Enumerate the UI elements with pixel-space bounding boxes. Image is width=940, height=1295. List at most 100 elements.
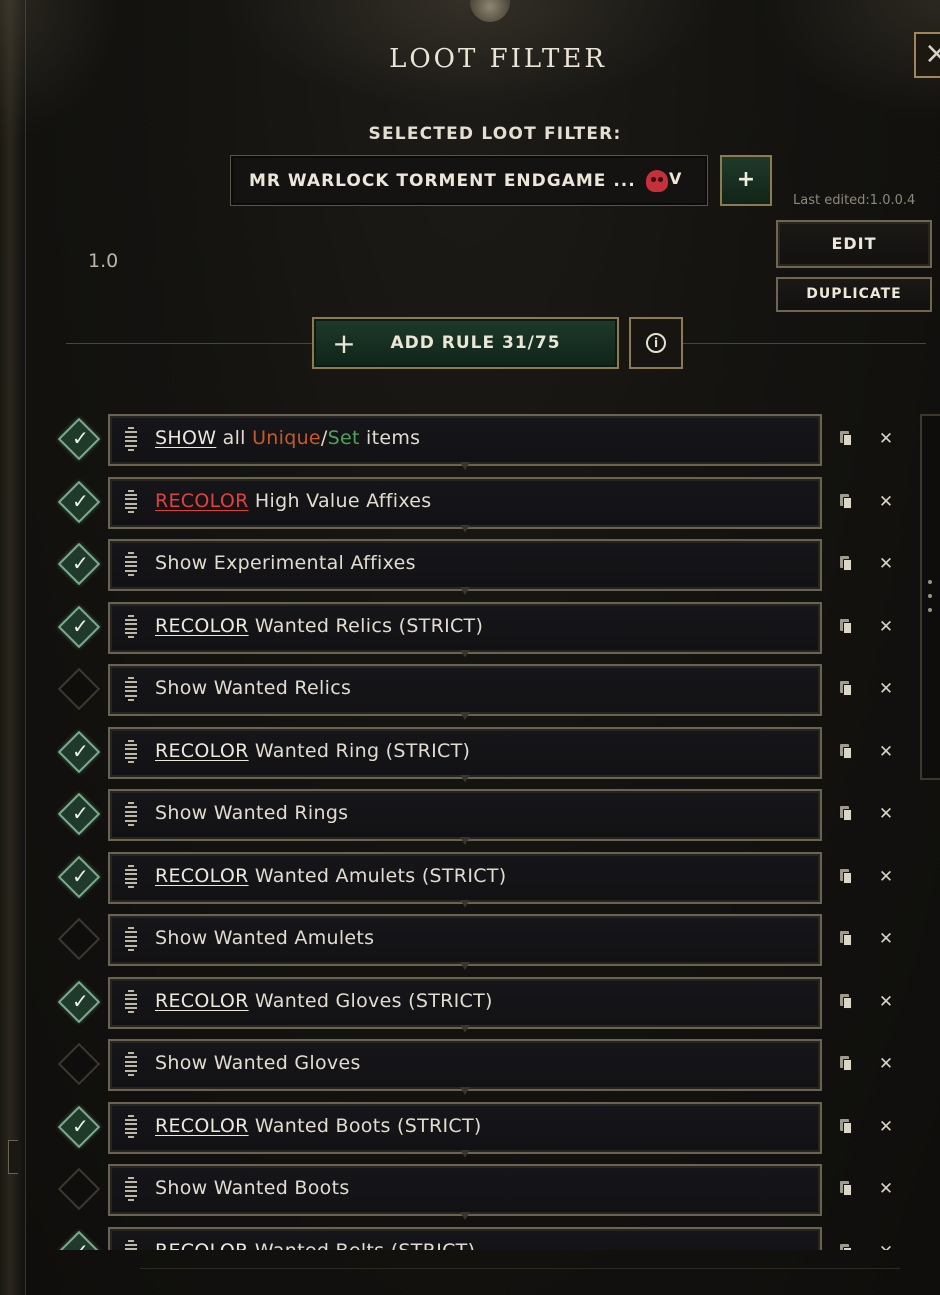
delete-rule-button[interactable]: ✕: [872, 1049, 900, 1079]
rule-text-part: all: [216, 427, 253, 449]
rule-label: RECOLOR Wanted Ring (STRICT): [155, 740, 470, 762]
rule-row: ✓ RECOLOR Wanted Gloves (STRICT) ✕: [0, 976, 920, 1031]
rule-label: Show Wanted Gloves: [155, 1052, 361, 1074]
drag-handle-icon[interactable]: [124, 1239, 138, 1250]
drag-handle-icon[interactable]: [124, 489, 138, 514]
rule-row: ✓ RECOLOR Wanted Relics (STRICT) ✕: [0, 601, 920, 656]
drag-handle-icon[interactable]: [124, 1114, 138, 1139]
delete-rule-button[interactable]: ✕: [872, 612, 900, 642]
copy-rule-button[interactable]: [830, 424, 860, 454]
scrollbar-thumb[interactable]: [926, 580, 934, 612]
edit-button[interactable]: EDIT: [776, 220, 932, 268]
copy-rule-button[interactable]: [830, 549, 860, 579]
drag-handle-icon[interactable]: [124, 552, 138, 576]
delete-rule-button[interactable]: ✕: [872, 737, 900, 767]
rule-toggle-checkbox[interactable]: [57, 917, 101, 961]
skull-icon: [645, 169, 668, 192]
drag-handle-icon[interactable]: [124, 614, 138, 639]
drag-handle-icon[interactable]: [124, 677, 138, 701]
selected-filter-label: SELECTED LOOT FILTER:: [368, 124, 622, 144]
copy-icon-front: [843, 496, 852, 509]
copy-icon-front: [843, 1059, 852, 1071]
copy-icon-front: [843, 684, 852, 696]
copy-rule-button[interactable]: [830, 1112, 860, 1142]
drag-handle-icon[interactable]: [124, 1177, 138, 1201]
rule-label: RECOLOR High Value Affixes: [155, 490, 431, 512]
copy-rule-button[interactable]: [830, 799, 860, 829]
rule-toggle-checkbox[interactable]: [57, 667, 101, 711]
copy-rule-button[interactable]: [830, 924, 860, 954]
drag-handle-icon[interactable]: [124, 864, 138, 889]
delete-rule-button[interactable]: ✕: [872, 1237, 900, 1251]
copy-icon-front: [843, 1246, 852, 1250]
copy-rule-button[interactable]: [830, 1174, 860, 1204]
rule-row: ✓ RECOLOR Wanted Belts (STRICT) ✕: [0, 1226, 920, 1251]
check-icon: ✓: [72, 738, 89, 763]
delete-rule-button[interactable]: ✕: [872, 487, 900, 517]
drag-handle-icon[interactable]: [124, 989, 138, 1014]
info-icon: i: [646, 333, 666, 353]
duplicate-button[interactable]: DUPLICATE: [776, 277, 932, 312]
rule-toggle-checkbox[interactable]: [57, 1167, 101, 1211]
rule-label: RECOLOR Wanted Gloves (STRICT): [155, 990, 493, 1012]
copy-icon-front: [843, 621, 852, 634]
filter-dropdown[interactable]: MR WARLOCK TORMENT ENDGAME ... V: [230, 155, 708, 206]
drag-handle-icon[interactable]: [124, 1052, 138, 1076]
copy-rule-button[interactable]: [830, 1237, 860, 1250]
delete-rule-button[interactable]: ✕: [872, 987, 900, 1017]
rule-text-part: Wanted Boots (STRICT): [248, 1114, 482, 1137]
drag-handle-icon[interactable]: [124, 739, 138, 764]
close-icon: ×: [924, 36, 940, 71]
filter-version: 1.0: [88, 250, 119, 272]
drag-handle-icon[interactable]: [124, 802, 138, 826]
rule-keyword: RECOLOR: [155, 1114, 249, 1137]
copy-icon-front: [843, 559, 852, 571]
loot-filter-panel: LOOT FILTER × SELECTED LOOT FILTER: MR W…: [0, 0, 940, 1295]
rule-keyword: RECOLOR: [155, 1240, 249, 1251]
copy-rule-button[interactable]: [830, 987, 860, 1017]
rule-label: Show Wanted Rings: [155, 802, 349, 824]
delete-rule-button[interactable]: ✕: [872, 1112, 900, 1142]
copy-icon-front: [843, 1121, 852, 1134]
drag-handle-icon[interactable]: [124, 927, 138, 951]
rule-row: ✓ Show Wanted Rings ✕: [0, 789, 920, 843]
check-icon: ✓: [72, 613, 89, 638]
close-button[interactable]: ×: [914, 32, 940, 78]
rule-text-part: /: [320, 427, 328, 449]
copy-icon-front: [843, 746, 852, 759]
rule-row: ✓ RECOLOR Wanted Amulets (STRICT) ✕: [0, 851, 920, 906]
drag-handle-icon[interactable]: [124, 427, 138, 451]
info-button[interactable]: i: [629, 317, 683, 369]
rule-keyword: RECOLOR: [155, 614, 249, 637]
rule-text-part: Wanted Gloves (STRICT): [248, 989, 493, 1012]
delete-rule-button[interactable]: ✕: [872, 862, 900, 892]
copy-rule-button[interactable]: [830, 612, 860, 642]
add-filter-button[interactable]: +: [720, 155, 772, 206]
copy-icon-front: [843, 871, 852, 884]
bottom-divider: [140, 1268, 900, 1269]
rule-row: Show Wanted Relics ✕: [0, 664, 920, 718]
rules-list: ✓ SHOW all Unique/Set items ✕ ✓ RECOLOR …: [0, 414, 940, 1250]
copy-rule-button[interactable]: [830, 487, 860, 517]
rule-label: RECOLOR Wanted Boots (STRICT): [155, 1115, 482, 1137]
rule-label: Show Wanted Boots: [155, 1177, 350, 1199]
copy-rule-button[interactable]: [830, 1049, 860, 1079]
copy-rule-button[interactable]: [830, 862, 860, 892]
delete-rule-button[interactable]: ✕: [872, 549, 900, 579]
rule-row: ✓ RECOLOR Wanted Boots (STRICT) ✕: [0, 1101, 920, 1156]
copy-rule-button[interactable]: [830, 737, 860, 767]
rule-text-part: items: [359, 427, 421, 449]
delete-rule-button[interactable]: ✕: [872, 674, 900, 704]
copy-icon-front: [843, 434, 852, 446]
check-icon: ✓: [72, 988, 89, 1013]
copy-rule-button[interactable]: [830, 674, 860, 704]
rarity-unique: Unique: [252, 427, 321, 449]
delete-rule-button[interactable]: ✕: [872, 799, 900, 829]
rule-toggle-checkbox[interactable]: [57, 1042, 101, 1086]
delete-rule-button[interactable]: ✕: [872, 1174, 900, 1204]
add-rule-button[interactable]: + ADD RULE 31/75: [312, 317, 619, 369]
rule-text-part: Wanted Belts (STRICT): [249, 1240, 476, 1251]
delete-rule-button[interactable]: ✕: [872, 924, 900, 954]
delete-rule-button[interactable]: ✕: [872, 424, 900, 454]
check-icon: ✓: [72, 1113, 89, 1138]
